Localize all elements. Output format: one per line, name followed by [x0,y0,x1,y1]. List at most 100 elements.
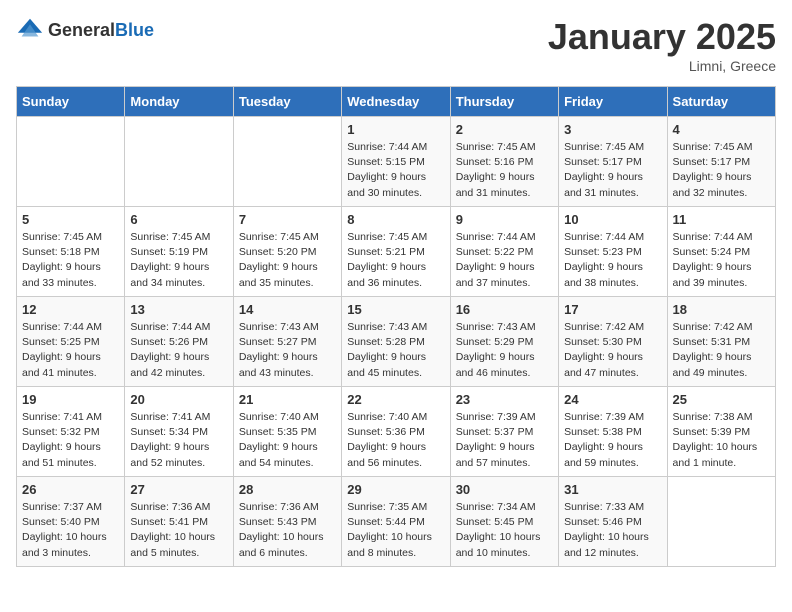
day-cell: 17 Sunrise: 7:42 AMSunset: 5:30 PMDayligh… [559,297,667,387]
day-cell [667,477,775,567]
day-info: Sunrise: 7:44 AMSunset: 5:26 PMDaylight:… [130,320,227,381]
header-cell-thursday: Thursday [450,87,558,117]
day-number: 27 [130,482,227,497]
day-number: 29 [347,482,444,497]
day-number: 30 [456,482,553,497]
day-cell: 28Sunrise: 7:36 AMSunset: 5:43 PMDayligh… [233,477,341,567]
header-cell-monday: Monday [125,87,233,117]
day-number: 7 [239,212,336,227]
day-cell: 18 Sunrise: 7:42 AMSunset: 5:31 PMDayligh… [667,297,775,387]
week-row-3: 12Sunrise: 7:44 AMSunset: 5:25 PMDayligh… [17,297,776,387]
header-cell-friday: Friday [559,87,667,117]
day-info: Sunrise: 7:44 AMSunset: 5:23 PMDaylight:… [564,230,661,291]
day-info: Sunrise: 7:44 AMSunset: 5:25 PMDaylight:… [22,320,119,381]
day-cell: 31Sunrise: 7:33 AMSunset: 5:46 PMDayligh… [559,477,667,567]
day-info: Sunrise: 7:37 AMSunset: 5:40 PMDaylight:… [22,500,119,561]
day-cell: 16Sunrise: 7:43 AMSunset: 5:29 PMDayligh… [450,297,558,387]
day-cell: 20 Sunrise: 7:41 AMSunset: 5:34 PMDayligh… [125,387,233,477]
day-info: Sunrise: 7:42 AMSunset: 5:31 PMDaylight:… [673,320,770,381]
day-number: 20 [130,392,227,407]
day-cell: 22 Sunrise: 7:40 AMSunset: 5:36 PMDayligh… [342,387,450,477]
day-info: Sunrise: 7:40 AMSunset: 5:35 PMDaylight:… [239,410,336,471]
day-info: Sunrise: 7:44 AMSunset: 5:22 PMDaylight:… [456,230,553,291]
day-cell [233,117,341,207]
day-number: 15 [347,302,444,317]
header-cell-saturday: Saturday [667,87,775,117]
day-cell: 24 Sunrise: 7:39 AMSunset: 5:38 PMDayligh… [559,387,667,477]
week-row-1: 1Sunrise: 7:44 AMSunset: 5:15 PMDaylight… [17,117,776,207]
day-cell: 10 Sunrise: 7:44 AMSunset: 5:23 PMDayligh… [559,207,667,297]
day-cell: 29 Sunrise: 7:35 AMSunset: 5:44 PMDayligh… [342,477,450,567]
month-title: January 2025 [548,16,776,58]
day-cell: 7 Sunrise: 7:45 AMSunset: 5:20 PMDaylight… [233,207,341,297]
day-cell: 26Sunrise: 7:37 AMSunset: 5:40 PMDayligh… [17,477,125,567]
day-info: Sunrise: 7:42 AMSunset: 5:30 PMDaylight:… [564,320,661,381]
day-number: 23 [456,392,553,407]
day-cell: 15 Sunrise: 7:43 AMSunset: 5:28 PMDayligh… [342,297,450,387]
day-info: Sunrise: 7:45 AMSunset: 5:20 PMDaylight:… [239,230,336,291]
day-cell: 27Sunrise: 7:36 AMSunset: 5:41 PMDayligh… [125,477,233,567]
day-cell: 1Sunrise: 7:44 AMSunset: 5:15 PMDaylight… [342,117,450,207]
day-number: 21 [239,392,336,407]
week-row-4: 19Sunrise: 7:41 AMSunset: 5:32 PMDayligh… [17,387,776,477]
day-info: Sunrise: 7:44 AMSunset: 5:24 PMDaylight:… [673,230,770,291]
day-number: 9 [456,212,553,227]
day-info: Sunrise: 7:34 AMSunset: 5:45 PMDaylight:… [456,500,553,561]
day-info: Sunrise: 7:43 AMSunset: 5:29 PMDaylight:… [456,320,553,381]
week-row-2: 5 Sunrise: 7:45 AMSunset: 5:18 PMDaylight… [17,207,776,297]
day-number: 17 [564,302,661,317]
logo-text-general: General [48,20,115,40]
day-number: 5 [22,212,119,227]
day-cell: 30 Sunrise: 7:34 AMSunset: 5:45 PMDayligh… [450,477,558,567]
day-number: 3 [564,122,661,137]
day-info: Sunrise: 7:45 AMSunset: 5:16 PMDaylight:… [456,140,553,201]
day-info: Sunrise: 7:35 AMSunset: 5:44 PMDaylight:… [347,500,444,561]
day-info: Sunrise: 7:41 AMSunset: 5:34 PMDaylight:… [130,410,227,471]
day-number: 13 [130,302,227,317]
header-row: SundayMondayTuesdayWednesdayThursdayFrid… [17,87,776,117]
day-cell: 14Sunrise: 7:43 AMSunset: 5:27 PMDayligh… [233,297,341,387]
calendar-table: SundayMondayTuesdayWednesdayThursdayFrid… [16,86,776,567]
day-number: 18 [673,302,770,317]
day-cell: 11 Sunrise: 7:44 AMSunset: 5:24 PMDayligh… [667,207,775,297]
day-number: 4 [673,122,770,137]
day-info: Sunrise: 7:40 AMSunset: 5:36 PMDaylight:… [347,410,444,471]
day-info: Sunrise: 7:45 AMSunset: 5:17 PMDaylight:… [564,140,661,201]
day-cell: 12Sunrise: 7:44 AMSunset: 5:25 PMDayligh… [17,297,125,387]
location: Limni, Greece [548,58,776,74]
day-cell: 4 Sunrise: 7:45 AMSunset: 5:17 PMDaylight… [667,117,775,207]
page-header: GeneralBlue January 2025 Limni, Greece [16,16,776,74]
day-cell: 6Sunrise: 7:45 AMSunset: 5:19 PMDaylight… [125,207,233,297]
logo: GeneralBlue [16,16,154,44]
header-cell-sunday: Sunday [17,87,125,117]
day-info: Sunrise: 7:43 AMSunset: 5:28 PMDaylight:… [347,320,444,381]
week-row-5: 26Sunrise: 7:37 AMSunset: 5:40 PMDayligh… [17,477,776,567]
day-number: 25 [673,392,770,407]
day-number: 2 [456,122,553,137]
day-info: Sunrise: 7:36 AMSunset: 5:43 PMDaylight:… [239,500,336,561]
day-number: 24 [564,392,661,407]
day-cell: 13 Sunrise: 7:44 AMSunset: 5:26 PMDayligh… [125,297,233,387]
day-info: Sunrise: 7:39 AMSunset: 5:37 PMDaylight:… [456,410,553,471]
day-cell: 8Sunrise: 7:45 AMSunset: 5:21 PMDaylight… [342,207,450,297]
day-info: Sunrise: 7:45 AMSunset: 5:17 PMDaylight:… [673,140,770,201]
day-cell: 23 Sunrise: 7:39 AMSunset: 5:37 PMDayligh… [450,387,558,477]
day-cell: 3 Sunrise: 7:45 AMSunset: 5:17 PMDaylight… [559,117,667,207]
logo-icon [16,16,44,44]
day-cell: 19Sunrise: 7:41 AMSunset: 5:32 PMDayligh… [17,387,125,477]
day-cell: 2 Sunrise: 7:45 AMSunset: 5:16 PMDaylight… [450,117,558,207]
day-number: 8 [347,212,444,227]
day-number: 19 [22,392,119,407]
day-info: Sunrise: 7:39 AMSunset: 5:38 PMDaylight:… [564,410,661,471]
day-number: 10 [564,212,661,227]
day-cell: 25Sunrise: 7:38 AMSunset: 5:39 PMDayligh… [667,387,775,477]
title-block: January 2025 Limni, Greece [548,16,776,74]
day-number: 11 [673,212,770,227]
day-number: 1 [347,122,444,137]
logo-text-blue: Blue [115,20,154,40]
day-number: 14 [239,302,336,317]
day-number: 22 [347,392,444,407]
header-cell-tuesday: Tuesday [233,87,341,117]
day-info: Sunrise: 7:45 AMSunset: 5:19 PMDaylight:… [130,230,227,291]
day-info: Sunrise: 7:45 AMSunset: 5:18 PMDaylight:… [22,230,119,291]
